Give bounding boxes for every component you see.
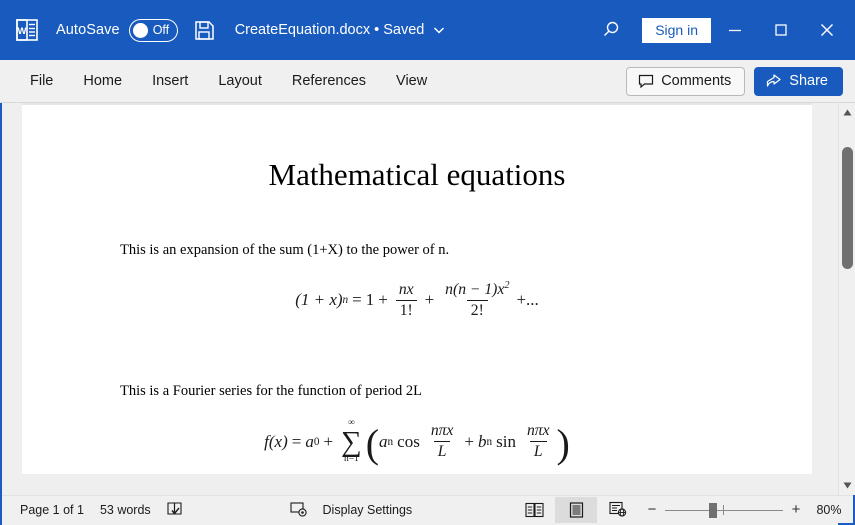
document-page[interactable]: Mathematical equations This is an expans… bbox=[22, 103, 812, 474]
equation-1-frac2-num-text: n(n − 1)x bbox=[445, 281, 505, 299]
equation-2-sin-fraction: nπx L bbox=[523, 422, 554, 461]
word-count[interactable]: 53 words bbox=[92, 503, 159, 517]
document-heading: Mathematical equations bbox=[268, 157, 566, 192]
toggle-knob bbox=[132, 22, 148, 38]
equation-2-bn-base: b bbox=[478, 431, 487, 451]
equation-1-frac2-denominator: 2! bbox=[466, 300, 488, 320]
equation-fourier-series: f(x) = a0 + ∞ ∑ n=1 ( an cos nπx L + b n… bbox=[264, 418, 570, 466]
page-indicator[interactable]: Page 1 of 1 bbox=[12, 503, 92, 517]
equation-2-sin: sin bbox=[496, 431, 516, 451]
tab-references[interactable]: References bbox=[280, 67, 378, 95]
title-bar: W AutoSave Off CreateEquation.docx • Sav… bbox=[0, 0, 855, 60]
equation-1-equals: = bbox=[352, 290, 362, 310]
equation-2-an-base: a bbox=[379, 431, 388, 451]
equation-1-plus-2: + bbox=[424, 290, 435, 310]
equation-2-cos-denominator: L bbox=[433, 441, 451, 461]
maximize-icon[interactable] bbox=[759, 13, 803, 47]
sign-in-button[interactable]: Sign in bbox=[642, 17, 711, 43]
read-mode-icon bbox=[524, 502, 544, 518]
equation-2-bn-subscript: n bbox=[486, 435, 493, 448]
view-print-layout-button[interactable] bbox=[555, 496, 597, 523]
document-paragraph-1: This is an expansion of the sum (1+X) to… bbox=[120, 242, 450, 259]
equation-2-summation: ∞ ∑ n=1 bbox=[341, 419, 362, 464]
zoom-slider[interactable] bbox=[665, 502, 783, 518]
view-web-layout-button[interactable] bbox=[597, 497, 639, 523]
document-body: Mathematical equations This is an expans… bbox=[22, 105, 812, 464]
autosave-toggle[interactable]: Off bbox=[128, 18, 178, 42]
equation-1-frac2-num-exponent: 2 bbox=[504, 280, 510, 292]
equation-2-equals: = bbox=[291, 431, 302, 451]
equation-1-frac1-numerator: nx bbox=[398, 280, 414, 298]
equation-1-lhs-exponent: n bbox=[342, 294, 349, 307]
print-layout-icon bbox=[569, 501, 584, 518]
equation-1-first-term: 1 bbox=[365, 290, 375, 310]
tab-layout[interactable]: Layout bbox=[206, 67, 274, 95]
equation-2-cos-fraction: nπx L bbox=[427, 422, 458, 461]
share-label: Share bbox=[789, 72, 828, 89]
scroll-up-arrow-icon[interactable] bbox=[839, 104, 855, 121]
equation-2-a0-base: a bbox=[305, 431, 314, 451]
zoom-control[interactable]: − + 80% bbox=[639, 501, 849, 518]
display-settings-icon[interactable] bbox=[283, 501, 315, 518]
tab-insert[interactable]: Insert bbox=[140, 67, 200, 95]
autosave-label: AutoSave bbox=[56, 22, 120, 38]
vertical-scrollbar[interactable] bbox=[838, 103, 855, 495]
equation-2-mid-plus: + bbox=[464, 431, 474, 451]
scroll-down-arrow-icon[interactable] bbox=[839, 477, 855, 494]
zoom-slider-tick bbox=[723, 504, 724, 515]
comments-button[interactable]: Comments bbox=[626, 66, 746, 96]
close-icon[interactable] bbox=[805, 13, 849, 47]
equation-2-cos-numerator: nπx bbox=[430, 422, 454, 440]
status-bar: Page 1 of 1 53 words Display Settings − … bbox=[2, 495, 853, 523]
view-read-mode-button[interactable] bbox=[513, 497, 555, 523]
equation-2-fx: f(x) bbox=[264, 431, 288, 451]
zoom-out-button[interactable]: − bbox=[639, 501, 665, 518]
document-title[interactable]: CreateEquation.docx • Saved bbox=[235, 22, 425, 38]
word-logo-icon: W bbox=[12, 15, 42, 45]
document-work-area[interactable]: Mathematical equations This is an expans… bbox=[2, 103, 853, 495]
equation-1-frac1-denominator: 1! bbox=[395, 299, 417, 320]
equation-1-fraction-2: n(n − 1)x2 2! bbox=[441, 280, 513, 320]
share-button[interactable]: Share bbox=[754, 66, 843, 96]
web-layout-icon bbox=[609, 501, 627, 518]
equation-1-fraction-1: nx 1! bbox=[395, 281, 418, 320]
equation-2-sigma-glyph: ∑ bbox=[341, 425, 362, 458]
zoom-in-button[interactable]: + bbox=[783, 501, 809, 518]
equation-2-an-subscript: n bbox=[387, 435, 394, 448]
equation-1-tail: +... bbox=[516, 290, 539, 310]
equation-2-sigma-lower: n=1 bbox=[343, 453, 359, 464]
equation-2-a0-subscript: 0 bbox=[313, 435, 320, 448]
svg-text:W: W bbox=[18, 26, 27, 37]
autosave-state: Off bbox=[152, 23, 170, 37]
equation-2-plus: + bbox=[323, 431, 334, 451]
share-arrow-icon bbox=[766, 73, 782, 89]
ribbon-tab-strip: File Home Insert Layout References View … bbox=[0, 60, 855, 103]
tab-home[interactable]: Home bbox=[71, 67, 134, 95]
comment-bubble-icon bbox=[638, 73, 654, 89]
zoom-slider-track bbox=[665, 509, 783, 511]
document-paragraph-2: This is a Fourier series for the functio… bbox=[120, 383, 423, 400]
word-window: W AutoSave Off CreateEquation.docx • Sav… bbox=[0, 0, 855, 525]
equation-2-cos: cos bbox=[397, 431, 420, 451]
equation-1-plus-1: + bbox=[378, 290, 388, 310]
equation-2-sin-denominator: L bbox=[529, 441, 547, 461]
vertical-scroll-thumb[interactable] bbox=[842, 147, 853, 269]
display-settings-label[interactable]: Display Settings bbox=[315, 503, 421, 517]
proofing-check-icon[interactable] bbox=[159, 501, 190, 518]
tab-view[interactable]: View bbox=[384, 67, 439, 95]
equation-1-lhs-base: (1 + x) bbox=[295, 290, 343, 310]
equation-1-frac2-numerator: n(n − 1)x2 bbox=[441, 280, 513, 300]
chevron-down-icon[interactable] bbox=[432, 23, 446, 37]
comments-label: Comments bbox=[661, 72, 732, 89]
tab-file[interactable]: File bbox=[18, 67, 65, 95]
zoom-level-label[interactable]: 80% bbox=[809, 503, 849, 517]
save-floppy-icon[interactable] bbox=[192, 18, 216, 42]
equation-2-sin-numerator: nπx bbox=[526, 422, 550, 440]
search-magnifier-icon[interactable] bbox=[594, 13, 628, 47]
equation-binomial-expansion: (1 + x) n = 1 + nx 1! + n(n − 1)x2 2! +..… bbox=[22, 280, 812, 320]
minimize-icon[interactable] bbox=[713, 13, 757, 47]
zoom-slider-handle[interactable] bbox=[709, 502, 717, 518]
